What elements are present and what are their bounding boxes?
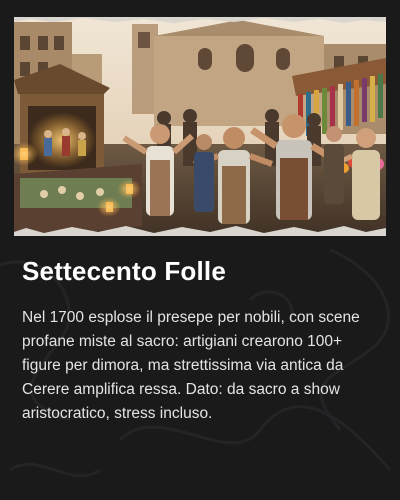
story-card: Settecento Folle Nel 1700 esplose il pre… <box>0 0 400 500</box>
market-crowd-illustration <box>14 14 386 240</box>
card-description: Nel 1700 esplose il presepe per nobili, … <box>22 309 360 422</box>
card-title: Settecento Folle <box>22 256 227 286</box>
story-image <box>14 14 386 240</box>
